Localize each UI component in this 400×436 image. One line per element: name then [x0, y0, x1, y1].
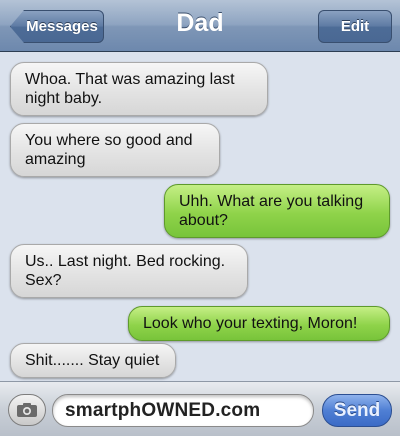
compose-bar: smartphOWNED.com Send	[0, 381, 400, 436]
send-button[interactable]: Send	[322, 394, 392, 427]
message-bubble-sent: Look who your texting, Moron!	[128, 306, 390, 341]
message-line: Us.. Last night. Bed rocking.	[25, 253, 226, 270]
message-thread: Whoa. That was amazing last night baby. …	[0, 53, 400, 381]
message-bubble-received: You where so good and amazing	[10, 123, 220, 177]
camera-button[interactable]	[8, 394, 46, 426]
edit-button[interactable]: Edit	[318, 10, 392, 43]
message-bubble-received: Us.. Last night. Bed rocking. Sex?	[10, 244, 248, 298]
message-bubble-sent: Uhh. What are you talking about?	[164, 184, 390, 238]
nav-bar: Messages Dad Edit	[0, 0, 400, 52]
camera-icon	[17, 403, 37, 417]
message-line: Sex?	[25, 272, 62, 289]
message-line: Shit....... Stay quiet	[25, 352, 160, 369]
message-line: You where so good and	[25, 132, 193, 149]
message-input[interactable]: smartphOWNED.com	[52, 394, 314, 427]
message-line: amazing	[25, 151, 86, 168]
message-line: Uhh. What are you talking	[179, 193, 364, 210]
message-line: about?	[179, 212, 228, 229]
message-line: Whoa. That was amazing last	[25, 71, 235, 88]
message-line: Look who your texting, Moron!	[143, 315, 358, 332]
message-bubble-received: Whoa. That was amazing last night baby.	[10, 62, 268, 116]
message-line: night baby.	[25, 90, 103, 107]
message-bubble-received: Shit....... Stay quiet	[10, 343, 176, 378]
